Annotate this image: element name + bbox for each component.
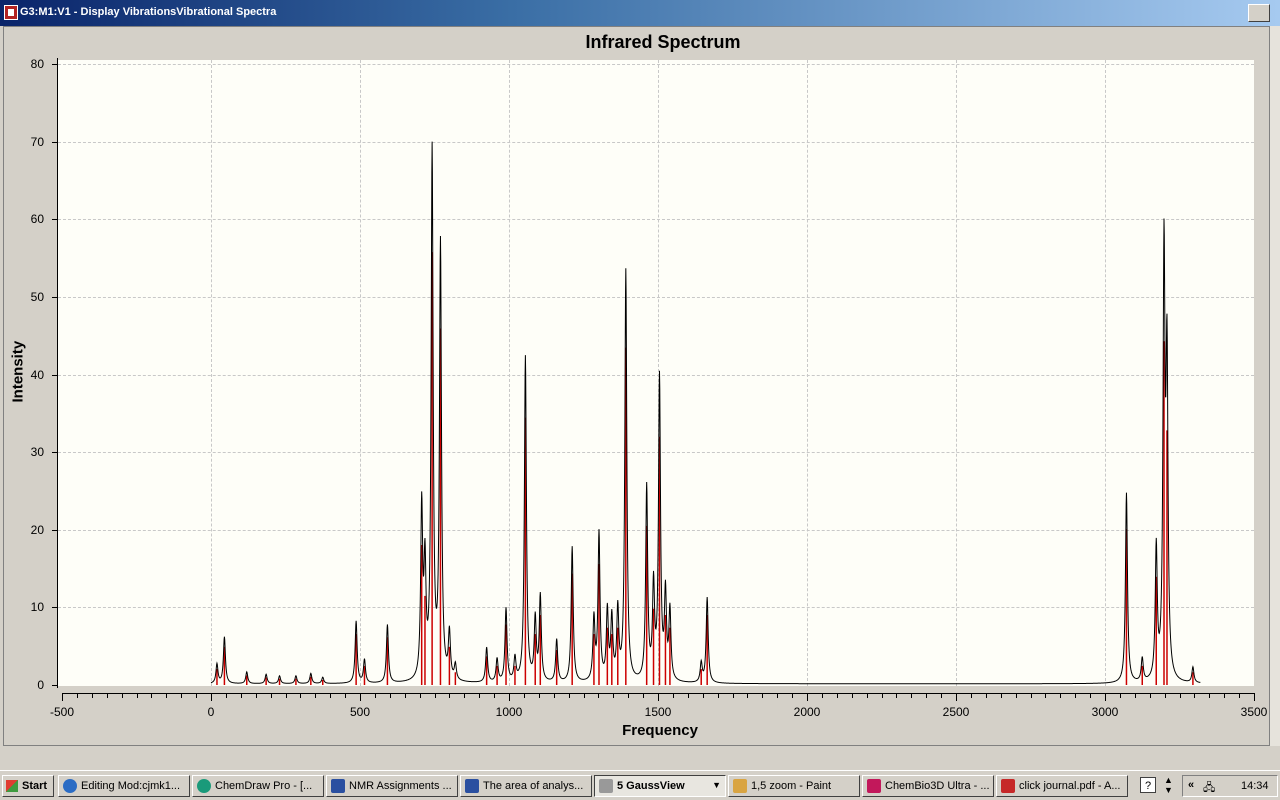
tray-expand-icon[interactable]: « bbox=[1188, 779, 1194, 791]
taskbar: Start Editing Mod:cjmk1... ChemDraw Pro … bbox=[0, 770, 1280, 800]
taskbar-item-chemdraw[interactable]: ChemDraw Pro - [... bbox=[192, 775, 324, 797]
taskbar-item-label: 1,5 zoom - Paint bbox=[751, 780, 832, 792]
taskbar-item-gaussview[interactable]: 5 GaussView ▼ bbox=[594, 775, 726, 797]
taskbar-scroll-icon[interactable]: ▲ ▼ bbox=[1164, 775, 1176, 795]
chevron-down-icon: ▼ bbox=[712, 780, 721, 790]
taskbar-item-pdf[interactable]: click journal.pdf - A... bbox=[996, 775, 1128, 797]
spectrum-svg bbox=[210, 141, 1201, 685]
taskbar-item-label: click journal.pdf - A... bbox=[1019, 780, 1121, 792]
word-document-icon bbox=[465, 779, 479, 793]
chemdraw-icon bbox=[197, 779, 211, 793]
taskbar-item-label: ChemBio3D Ultra - ... bbox=[885, 780, 990, 792]
taskbar-item-editing[interactable]: Editing Mod:cjmk1... bbox=[58, 775, 190, 797]
taskbar-item-label: 5 GaussView bbox=[617, 780, 685, 792]
taskbar-item-label: The area of analys... bbox=[483, 780, 584, 792]
system-tray: « 🖧 14:34 bbox=[1182, 775, 1278, 797]
word-document-icon bbox=[331, 779, 345, 793]
start-label: Start bbox=[22, 780, 48, 792]
clock: 14:34 bbox=[1241, 780, 1269, 792]
taskbar-item-analysis[interactable]: The area of analys... bbox=[460, 775, 592, 797]
chembio3d-icon bbox=[867, 779, 881, 793]
stick-series bbox=[216, 252, 1194, 685]
browser-icon bbox=[63, 779, 77, 793]
windows-logo-icon bbox=[6, 780, 18, 792]
spectrum-curve bbox=[210, 141, 1201, 685]
help-button[interactable]: ? bbox=[1140, 777, 1156, 793]
start-button[interactable]: Start bbox=[2, 775, 54, 797]
network-icon[interactable]: 🖧 bbox=[1203, 779, 1215, 798]
taskbar-item-nmr[interactable]: NMR Assignments ... bbox=[326, 775, 458, 797]
pdf-icon bbox=[1001, 779, 1015, 793]
taskbar-item-label: NMR Assignments ... bbox=[349, 780, 452, 792]
taskbar-item-paint[interactable]: 1,5 zoom - Paint bbox=[728, 775, 860, 797]
taskbar-item-label: Editing Mod:cjmk1... bbox=[81, 780, 181, 792]
gaussview-icon bbox=[599, 779, 613, 793]
taskbar-item-label: ChemDraw Pro - [... bbox=[215, 780, 313, 792]
paint-icon bbox=[733, 779, 747, 793]
taskbar-item-chembio3d[interactable]: ChemBio3D Ultra - ... bbox=[862, 775, 994, 797]
